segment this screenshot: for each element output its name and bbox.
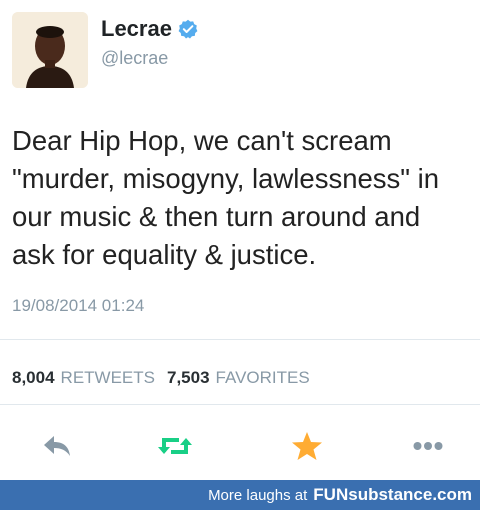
avatar-image (12, 12, 88, 88)
footer-brand: FUNsubstance.com (313, 485, 472, 504)
divider (0, 339, 480, 340)
divider (0, 404, 480, 405)
user-handle[interactable]: @lecrae (101, 48, 198, 69)
retweet-icon (158, 438, 192, 454)
tweet-stats: 8,004 RETWEETS 7,503 FAVORITES (12, 368, 310, 388)
tweet-actions (0, 426, 480, 466)
tweet-text: Dear Hip Hop, we can't scream "murder, m… (12, 125, 440, 270)
verified-badge-icon (178, 19, 198, 39)
retweets-stat[interactable]: 8,004 RETWEETS (12, 368, 155, 388)
reply-icon (44, 436, 70, 456)
favorites-stat[interactable]: 7,503 FAVORITES (167, 368, 310, 388)
retweets-label: RETWEETS (60, 368, 155, 387)
retweet-button[interactable] (155, 426, 195, 466)
favorite-button[interactable] (287, 426, 327, 466)
more-icon (413, 442, 443, 450)
display-name[interactable]: Lecrae (101, 16, 172, 42)
more-button[interactable] (408, 426, 448, 466)
footer-banner[interactable]: More laughs at FUNsubstance.com (0, 480, 480, 510)
tweet-timestamp[interactable]: 19/08/2014 01:24 (12, 296, 144, 316)
retweets-count: 8,004 (12, 368, 55, 387)
tweet-header: Lecrae @lecrae (12, 12, 198, 88)
favorites-count: 7,503 (167, 368, 210, 387)
footer-prefix: More laughs at (208, 486, 308, 504)
star-icon (292, 432, 322, 460)
reply-button[interactable] (37, 426, 77, 466)
avatar[interactable] (12, 12, 88, 88)
favorites-label: FAVORITES (215, 368, 310, 387)
